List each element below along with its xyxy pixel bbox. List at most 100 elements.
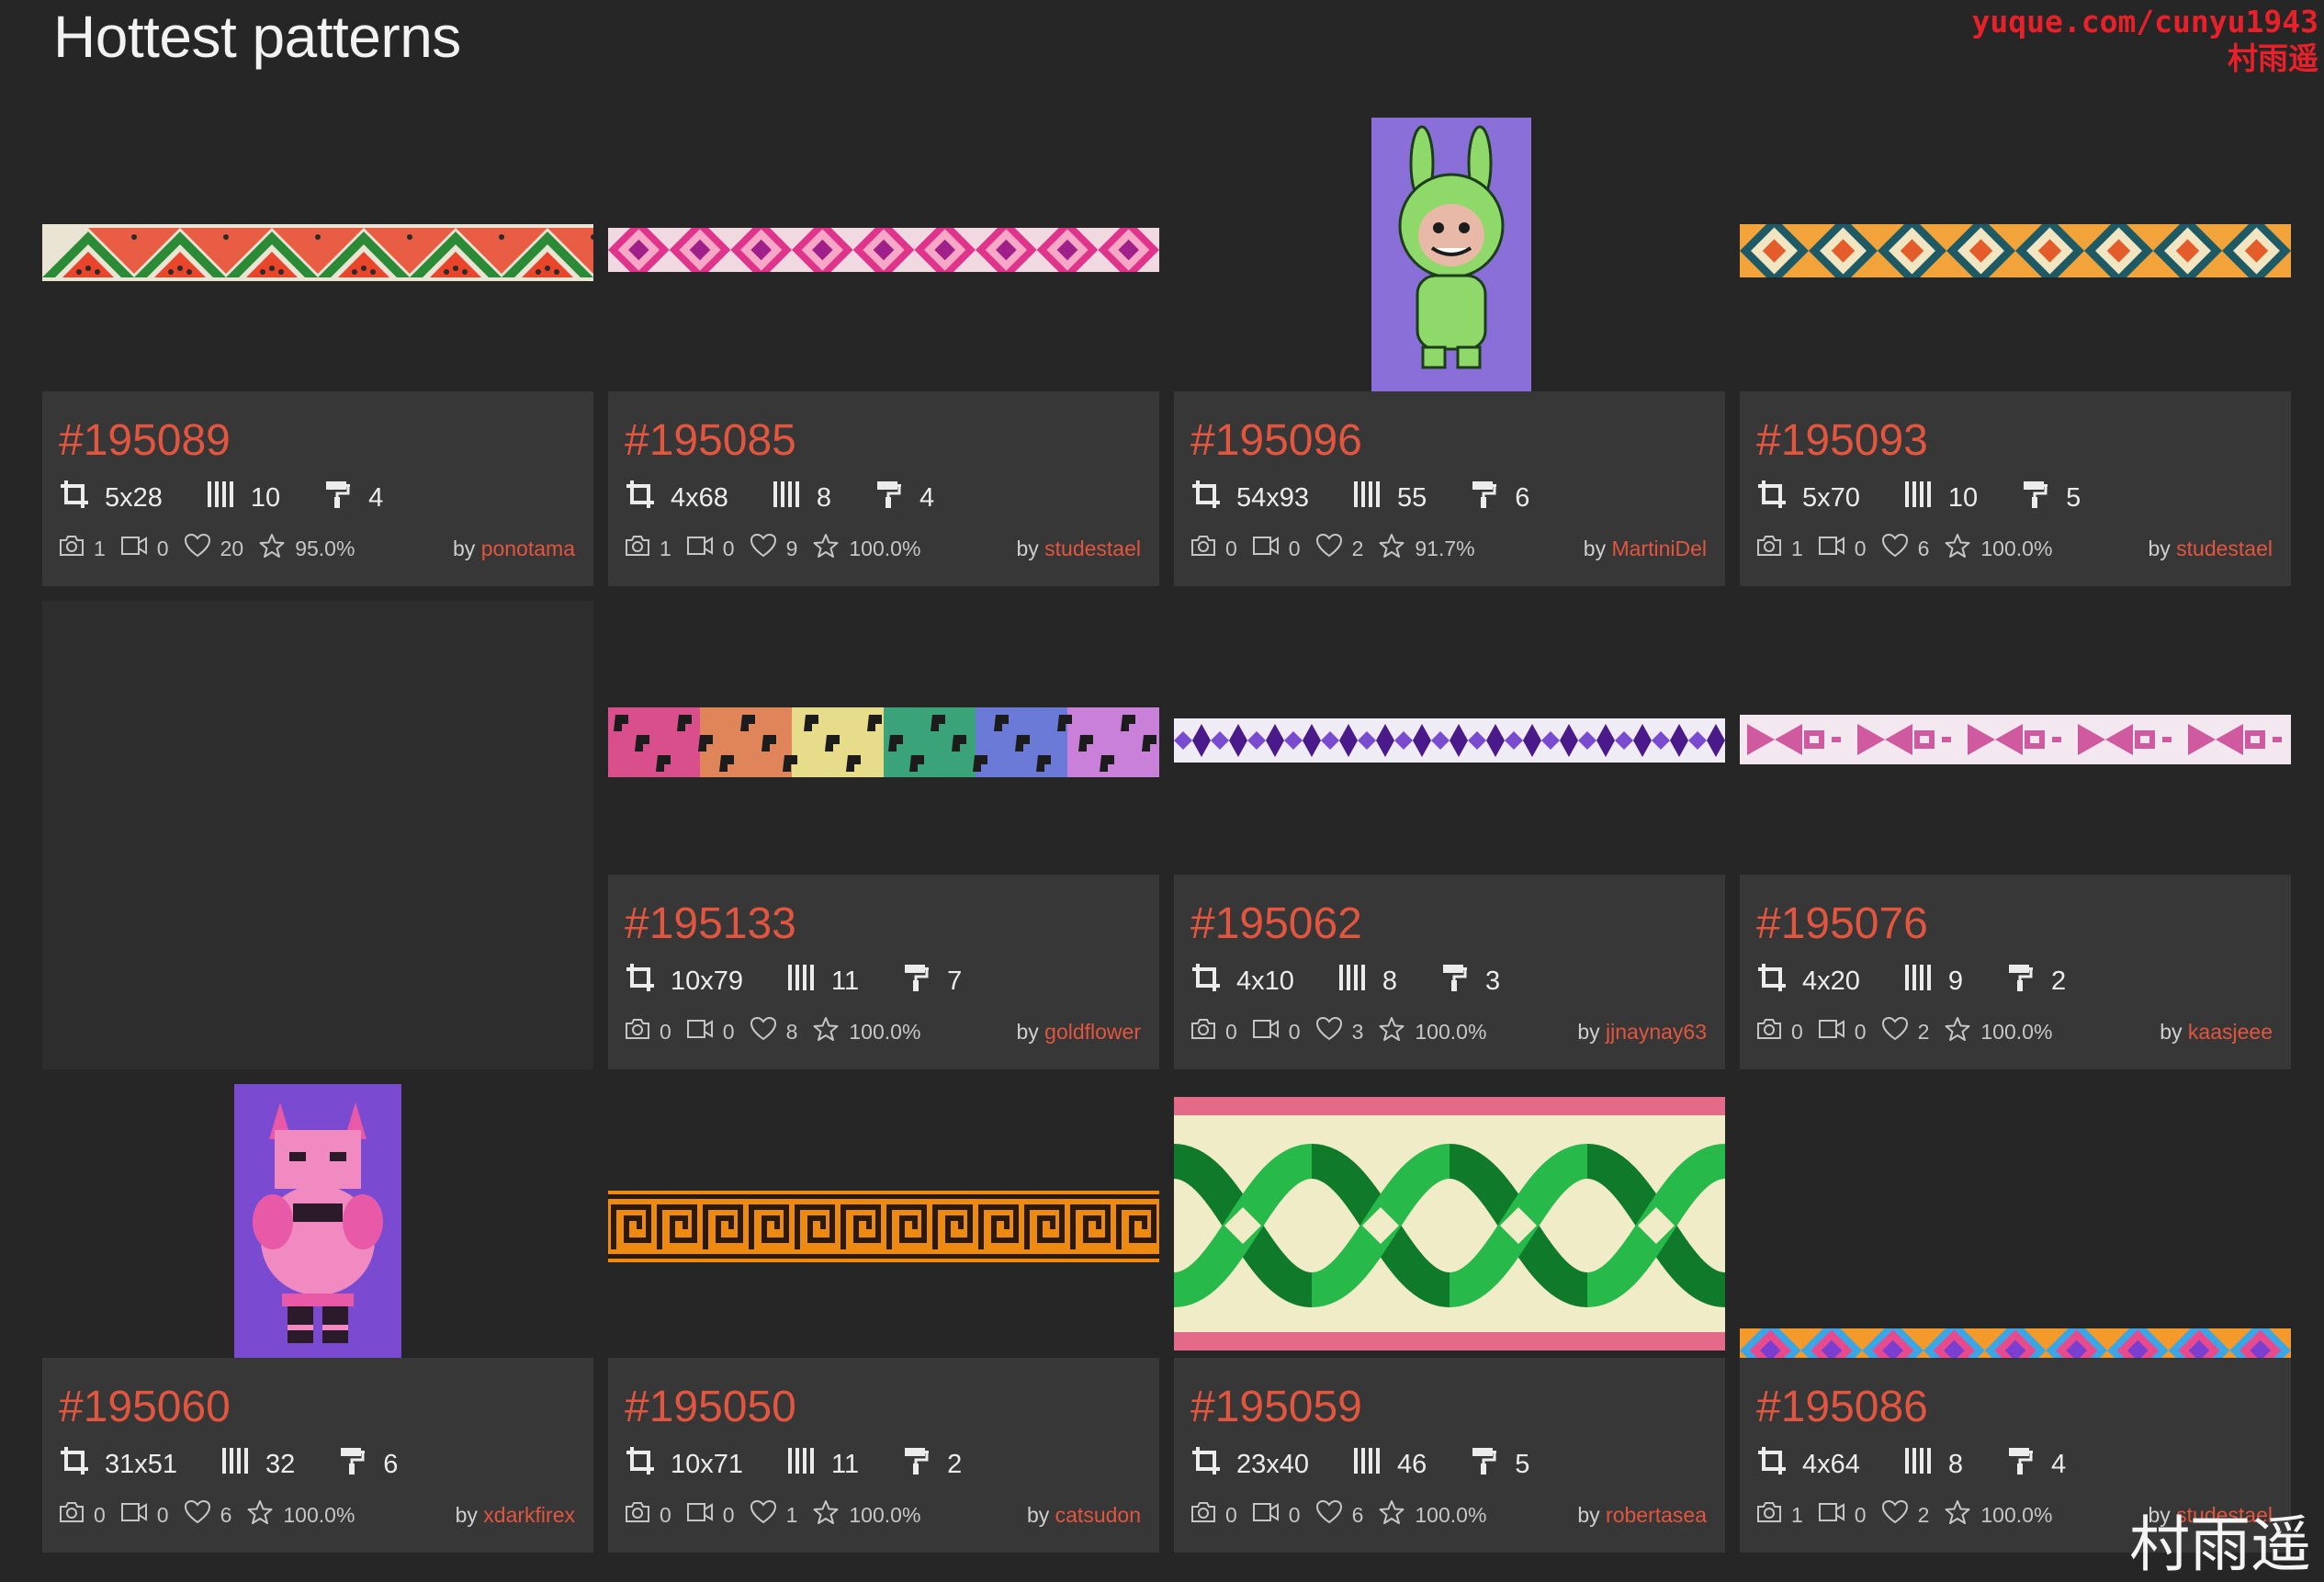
pattern-id[interactable]: #195133: [625, 898, 796, 950]
heart-icon[interactable]: [1881, 533, 1918, 564]
columns-icon: [771, 479, 817, 517]
pattern-card[interactable]: #195062 4x10 8 3 0 0 3 100.0% by jjnayna…: [1174, 601, 1725, 1069]
pattern-id[interactable]: #195060: [59, 1382, 231, 1433]
columns-value: 11: [831, 966, 860, 996]
size-stat: 10x79: [625, 962, 743, 1000]
pattern-card[interactable]: #195060 31x51 32 6 0 0 6 100.0% by xdark…: [42, 1084, 593, 1553]
pattern-thumbnail[interactable]: [1740, 1084, 2291, 1358]
pattern-card[interactable]: #195085 4x68 8 4 1 0 9 100.0% by studest…: [608, 118, 1159, 586]
likes-count[interactable]: 2: [1315, 533, 1363, 564]
star-icon: [1378, 533, 1415, 564]
rating: 95.0%: [258, 533, 355, 564]
author-link[interactable]: kaasjeee: [2188, 1020, 2273, 1044]
pattern-card[interactable]: #195076 4x20 9 2 0 0 2 100.0% by kaasjee…: [1740, 601, 2291, 1069]
video-icon: [686, 1017, 723, 1046]
heart-icon[interactable]: [184, 533, 220, 564]
video-icon: [120, 1500, 157, 1530]
likes-count[interactable]: 20: [184, 533, 243, 564]
author-link[interactable]: studestael: [1044, 537, 1141, 560]
pattern-thumbnail[interactable]: [1740, 601, 2291, 875]
pattern-thumbnail[interactable]: [42, 118, 593, 391]
rating-value: 100.0%: [1980, 1502, 2053, 1527]
pattern-card[interactable]: #195059 23x40 46 5 0 0 6 100.0% by rober…: [1174, 1084, 1725, 1553]
pattern-card[interactable]: #195089 5x28 10 4 1 0 20 95.0% by ponota…: [42, 118, 593, 586]
author-link[interactable]: goldflower: [1044, 1020, 1141, 1044]
by-label: by: [2148, 536, 2171, 560]
likes-count[interactable]: 6: [1315, 1499, 1363, 1531]
pattern-thumbnail[interactable]: [42, 1084, 593, 1358]
heart-icon[interactable]: [750, 1499, 786, 1531]
pattern-id[interactable]: #195096: [1190, 415, 1362, 467]
pattern-id[interactable]: #195062: [1190, 898, 1362, 950]
pattern-thumbnail[interactable]: [1174, 1084, 1725, 1358]
author-link[interactable]: xdarkfirex: [483, 1503, 575, 1527]
pattern-card[interactable]: #195133 10x79 11 7 0 0 8 100.0% by goldf…: [608, 601, 1159, 1069]
likes-count[interactable]: 1: [750, 1499, 797, 1531]
author-link[interactable]: ponotama: [481, 537, 575, 560]
pattern-card[interactable]: #195096 54x93 55 6 0 0 2 91.7% by Martin…: [1174, 118, 1725, 586]
pattern-thumbnail[interactable]: [1740, 118, 2291, 391]
author-link[interactable]: catsudon: [1055, 1503, 1141, 1527]
rating-value: 100.0%: [849, 536, 921, 560]
heart-icon[interactable]: [750, 533, 786, 564]
videos-count: 0: [1252, 1017, 1301, 1046]
heart-icon[interactable]: [1315, 1499, 1352, 1531]
likes-count[interactable]: 2: [1881, 1499, 1929, 1531]
photos-count: 0: [625, 1500, 671, 1530]
pattern-id[interactable]: #195085: [625, 415, 796, 467]
likes-count[interactable]: 2: [1881, 1016, 1929, 1047]
likes-count[interactable]: 6: [1881, 533, 1930, 564]
video-icon: [686, 534, 723, 563]
pattern-id[interactable]: #195050: [625, 1382, 796, 1433]
columns-icon: [785, 962, 831, 1000]
likes-value: 6: [1917, 536, 1930, 560]
author-link[interactable]: studestael: [2176, 537, 2273, 560]
pattern-id[interactable]: #195089: [59, 415, 231, 467]
pattern-id[interactable]: #195086: [1756, 1382, 1928, 1433]
by-label: by: [1016, 1019, 1039, 1044]
photos-count: 0: [1190, 1017, 1237, 1046]
likes-count[interactable]: 3: [1315, 1016, 1363, 1047]
author-line: by xdarkfirex: [456, 1503, 575, 1528]
size-value: 4x64: [1802, 1449, 1860, 1479]
pattern-thumbnail[interactable]: [1174, 118, 1725, 391]
author-link[interactable]: MartiniDel: [1611, 537, 1707, 560]
author-link[interactable]: jjnaynay63: [1606, 1020, 1707, 1044]
heart-icon[interactable]: [1315, 533, 1352, 564]
heart-icon[interactable]: [184, 1499, 220, 1531]
rating: 100.0%: [1944, 1016, 2052, 1047]
likes-count[interactable]: 8: [750, 1016, 797, 1047]
pattern-thumbnail[interactable]: [608, 601, 1159, 875]
colors-value: 4: [919, 482, 935, 513]
pattern-meta: 1 0 9 100.0% by studestael: [625, 533, 1141, 564]
pattern-thumbnail[interactable]: [608, 1084, 1159, 1358]
pattern-card[interactable]: #195050 10x71 11 2 0 0 1 100.0% by catsu…: [608, 1084, 1159, 1553]
rating-value: 100.0%: [1980, 1019, 2053, 1044]
photos-value: 0: [660, 1019, 671, 1044]
pattern-meta: 0 0 3 100.0% by jjnaynay63: [1190, 1016, 1707, 1047]
star-icon: [258, 533, 295, 564]
pattern-id[interactable]: #195059: [1190, 1382, 1362, 1433]
pattern-card[interactable]: #195093 5x70 10 5 1 0 6 100.0% by studes…: [1740, 118, 2291, 586]
heart-icon[interactable]: [1881, 1016, 1918, 1047]
pattern-thumbnail[interactable]: [1174, 601, 1725, 875]
by-label: by: [1577, 1019, 1600, 1044]
author-link[interactable]: robertasea: [1606, 1503, 1707, 1527]
heart-icon[interactable]: [750, 1016, 786, 1047]
pattern-thumbnail[interactable]: [608, 118, 1159, 391]
pattern-info: #195059 23x40 46 5 0 0 6 100.0% by rober…: [1174, 1358, 1725, 1553]
camera-icon: [625, 1500, 660, 1530]
pattern-stats: 4x68 8 4: [625, 480, 976, 516]
heart-icon[interactable]: [1315, 1016, 1352, 1047]
likes-count[interactable]: 6: [184, 1499, 231, 1531]
star-icon: [1378, 1016, 1415, 1047]
likes-count[interactable]: 9: [750, 533, 797, 564]
pattern-id[interactable]: #195093: [1756, 415, 1928, 467]
pattern-id[interactable]: #195076: [1756, 898, 1928, 950]
colors-stat: 7: [901, 962, 962, 1000]
pattern-info: #195076 4x20 9 2 0 0 2 100.0% by kaasjee…: [1740, 875, 2291, 1069]
photos-value: 0: [1225, 536, 1237, 560]
pattern-card[interactable]: #195086 4x64 8 4 1 0 2 100.0% by studest…: [1740, 1084, 2291, 1553]
rating: 100.0%: [812, 1016, 920, 1047]
heart-icon[interactable]: [1881, 1499, 1918, 1531]
